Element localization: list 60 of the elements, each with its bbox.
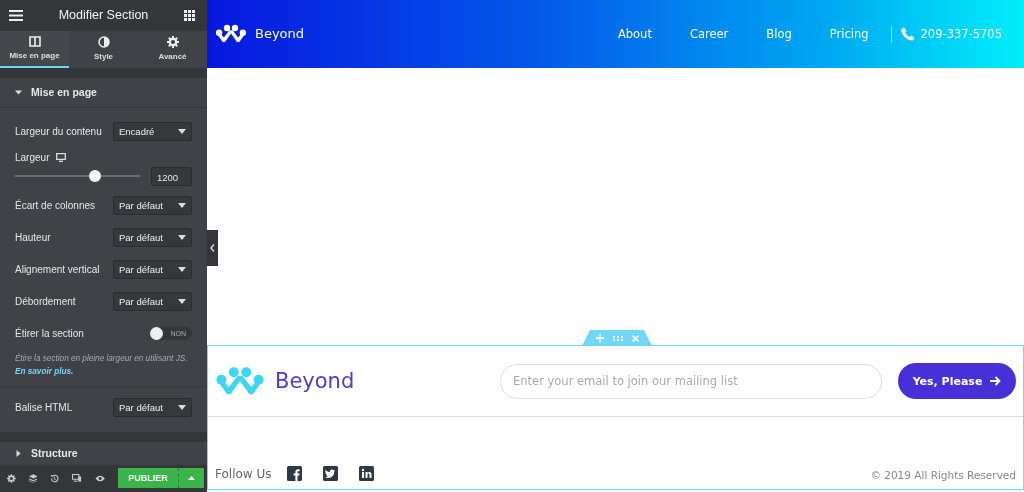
grid-icon[interactable] [184, 9, 195, 21]
caret-icon [178, 129, 186, 135]
help-text: Étire la section en pleine largeur en utilisant JS. [15, 353, 188, 363]
twitter-icon[interactable] [322, 466, 338, 481]
slider-thumb[interactable] [89, 170, 101, 183]
panel-tab[interactable]: Mise en page [0, 30, 69, 68]
panel-title: Modifier Section [58, 8, 149, 23]
section-header[interactable]: Structure [0, 441, 207, 465]
caret-icon [188, 476, 195, 481]
dropdown[interactable]: Par défaut [113, 196, 192, 216]
copyright-text: © 2019 All Rights Reserved [870, 469, 1016, 481]
learn-more-link[interactable]: En savoir plus. [15, 364, 74, 378]
menu-icon[interactable] [9, 9, 23, 21]
history-icon[interactable] [50, 472, 60, 484]
contrast-icon [97, 35, 110, 48]
columns-icon [28, 36, 41, 48]
gear-icon [166, 35, 179, 48]
number-field[interactable]: 1200 [151, 166, 192, 186]
caret-icon [15, 449, 22, 457]
dropdown[interactable]: Par défaut [113, 260, 192, 280]
panel-tab[interactable]: Avancé [138, 30, 207, 68]
dropdown[interactable]: Par défaut [113, 292, 192, 312]
settings-icon[interactable] [7, 472, 16, 484]
devices-icon[interactable] [72, 473, 82, 484]
eye-icon[interactable] [94, 473, 105, 483]
dropdown[interactable]: Encadré [113, 122, 192, 142]
subscribe-button[interactable]: Yes, Please [898, 363, 1016, 399]
logo-icon [215, 365, 265, 397]
caret-icon [178, 235, 186, 241]
caret-icon [178, 405, 186, 411]
control-label: Balise HTML [15, 402, 73, 414]
control-label: Largeur [15, 151, 50, 163]
control-label: Alignement vertical [15, 264, 100, 276]
caret-icon [178, 267, 186, 273]
publish-options-button[interactable] [179, 468, 204, 489]
dropdown[interactable]: Par défaut [113, 228, 192, 248]
dropdown[interactable]: Par défaut [113, 398, 192, 418]
logo-icon [215, 24, 247, 44]
control-label: Étirer la section [15, 328, 84, 340]
arrow-right-icon [990, 376, 1002, 386]
monitor-icon [56, 152, 67, 162]
follow-label: Follow Us [215, 466, 272, 481]
control-label: Hauteur [15, 232, 51, 244]
caret-icon [15, 88, 22, 96]
email-field[interactable]: Enter your email to join our mailing list [500, 363, 882, 399]
facebook-icon[interactable] [286, 466, 302, 481]
caret-icon [178, 299, 186, 305]
brand-name[interactable]: Beyond [275, 369, 355, 393]
control-label: Largeur du contenu [15, 126, 102, 138]
collapse-panel-handle[interactable] [207, 230, 218, 266]
control-label: Débordement [15, 296, 76, 308]
nav-link[interactable]: Career [689, 27, 729, 41]
panel-tab[interactable]: Style [69, 30, 138, 68]
caret-icon [178, 203, 186, 209]
nav-link[interactable]: About [617, 27, 652, 41]
brand-name[interactable]: Beyond [255, 26, 305, 42]
control-label: Écart de colonnes [15, 200, 96, 212]
phone-icon [900, 27, 915, 41]
layers-icon[interactable] [28, 472, 38, 484]
linkedin-icon[interactable] [358, 466, 374, 481]
